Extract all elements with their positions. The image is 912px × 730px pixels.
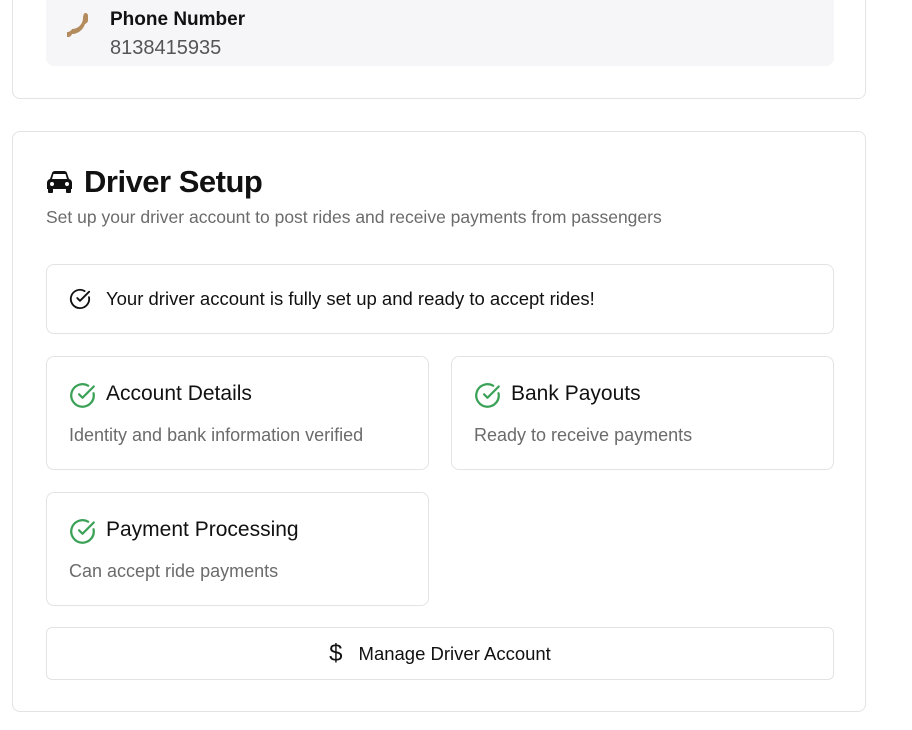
contact-info-card: Phone Number 8138415935 xyxy=(12,0,866,99)
status-card-description: Ready to receive payments xyxy=(474,425,693,445)
section-header: Driver Setup xyxy=(46,164,263,200)
phone-icon xyxy=(67,13,88,37)
status-card-payment-processing: Payment Processing Can accept ride payme… xyxy=(46,492,429,606)
check-circle-icon xyxy=(70,383,95,408)
check-circle-icon xyxy=(475,383,500,408)
car-icon xyxy=(47,171,72,193)
check-circle-icon xyxy=(69,288,91,309)
status-card-description: Identity and bank information verified xyxy=(69,425,364,445)
phone-number-box: Phone Number 8138415935 xyxy=(46,0,834,66)
status-card-description: Can accept ride payments xyxy=(69,561,279,581)
section-title: Driver Setup xyxy=(84,164,263,199)
manage-driver-account-button[interactable]: $ Manage Driver Account xyxy=(46,627,834,680)
alert-text: Your driver account is fully set up and … xyxy=(106,288,595,309)
status-card-title: Payment Processing xyxy=(106,518,299,541)
status-card-bank-payouts: Bank Payouts Ready to receive payments xyxy=(451,356,834,470)
phone-number-label: Phone Number xyxy=(110,9,246,30)
status-card-title: Account Details xyxy=(106,382,252,405)
section-subtitle: Set up your driver account to post rides… xyxy=(46,207,662,227)
manage-driver-account-label: Manage Driver Account xyxy=(358,642,551,664)
status-card-title: Bank Payouts xyxy=(511,382,641,405)
driver-setup-card: Driver Setup Set up your driver account … xyxy=(12,131,866,712)
dollar-icon: $ xyxy=(329,639,343,667)
check-circle-icon xyxy=(70,519,95,544)
phone-number-value: 8138415935 xyxy=(110,37,222,59)
setup-complete-alert: Your driver account is fully set up and … xyxy=(46,264,834,334)
status-card-account-details: Account Details Identity and bank inform… xyxy=(46,356,429,470)
